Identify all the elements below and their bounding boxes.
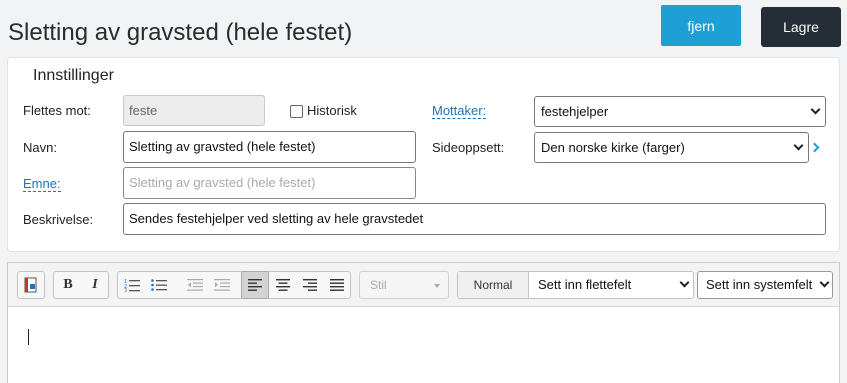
layout-label: Sideoppsett: [432, 140, 505, 155]
toolbar-group-paragraph: 123 [117, 271, 351, 299]
historic-checkbox[interactable] [290, 105, 303, 118]
bullet-list-icon[interactable] [146, 272, 172, 298]
toolbar-group-source [17, 271, 45, 299]
rich-text-editor[interactable]: B I 123 Stil Normal Sett inn flettefelt … [7, 262, 840, 383]
chevron-down-icon [679, 277, 690, 288]
subject-input[interactable]: Sletting av gravsted (hele festet) [123, 167, 416, 199]
align-justify-icon[interactable] [324, 272, 350, 298]
merge-label: Flettes mot: [23, 103, 91, 118]
align-center-icon[interactable] [270, 272, 296, 298]
save-button[interactable]: Lagre [761, 7, 841, 47]
merge-field-select[interactable]: Sett inn flettefelt [538, 272, 690, 298]
subject-label[interactable]: Emne: [23, 176, 61, 192]
settings-panel: Innstillinger Flettes mot: feste Histori… [7, 57, 840, 252]
description-input[interactable]: Sendes festehjelper ved sletting av hele… [123, 203, 826, 235]
align-right-icon[interactable] [297, 272, 323, 298]
recipient-select[interactable]: festehjelper [534, 96, 826, 127]
settings-title: Innstillinger [33, 67, 114, 84]
chevron-right-icon[interactable] [809, 142, 820, 153]
bold-button[interactable]: B [55, 272, 81, 298]
indent-icon[interactable] [209, 272, 235, 298]
system-field-select-label: Sett inn systemfelt [706, 277, 813, 292]
italic-button[interactable]: I [82, 272, 108, 298]
format-group: Normal Sett inn flettefelt [457, 271, 694, 299]
name-input[interactable]: Sletting av gravsted (hele festet) [123, 131, 416, 163]
layout-value: Den norske kirke (farger) [541, 140, 685, 155]
caret-down-icon [434, 284, 440, 288]
style-placeholder: Stil [370, 278, 387, 292]
recipient-value: festehjelper [541, 104, 609, 119]
style-select[interactable]: Stil [359, 271, 449, 299]
merge-field: feste [123, 95, 265, 126]
editor-toolbar: B I 123 Stil Normal Sett inn flettefelt … [8, 263, 839, 307]
description-label: Beskrivelse: [23, 212, 94, 227]
chevron-down-icon [810, 104, 821, 115]
toolbar-group-text: B I [53, 271, 109, 299]
chevron-down-icon [819, 277, 830, 288]
recipient-label[interactable]: Mottaker: [432, 103, 487, 119]
historic-label[interactable]: Historisk [307, 103, 357, 118]
text-cursor [28, 329, 29, 345]
chevron-down-icon [793, 140, 804, 151]
numbered-list-icon[interactable]: 123 [119, 272, 145, 298]
svg-text:3: 3 [124, 288, 127, 292]
outdent-icon[interactable] [182, 272, 208, 298]
page-title: Sletting av gravsted (hele festet) [8, 19, 353, 46]
name-label: Navn: [23, 140, 57, 155]
remove-button[interactable]: fjern [661, 5, 741, 46]
document-icon[interactable] [18, 272, 44, 298]
align-left-icon[interactable] [241, 271, 269, 299]
format-label[interactable]: Normal [458, 272, 529, 298]
merge-field-select-label: Sett inn flettefelt [538, 277, 632, 292]
layout-select[interactable]: Den norske kirke (farger) [534, 132, 809, 163]
system-field-select[interactable]: Sett inn systemfelt [697, 271, 833, 299]
